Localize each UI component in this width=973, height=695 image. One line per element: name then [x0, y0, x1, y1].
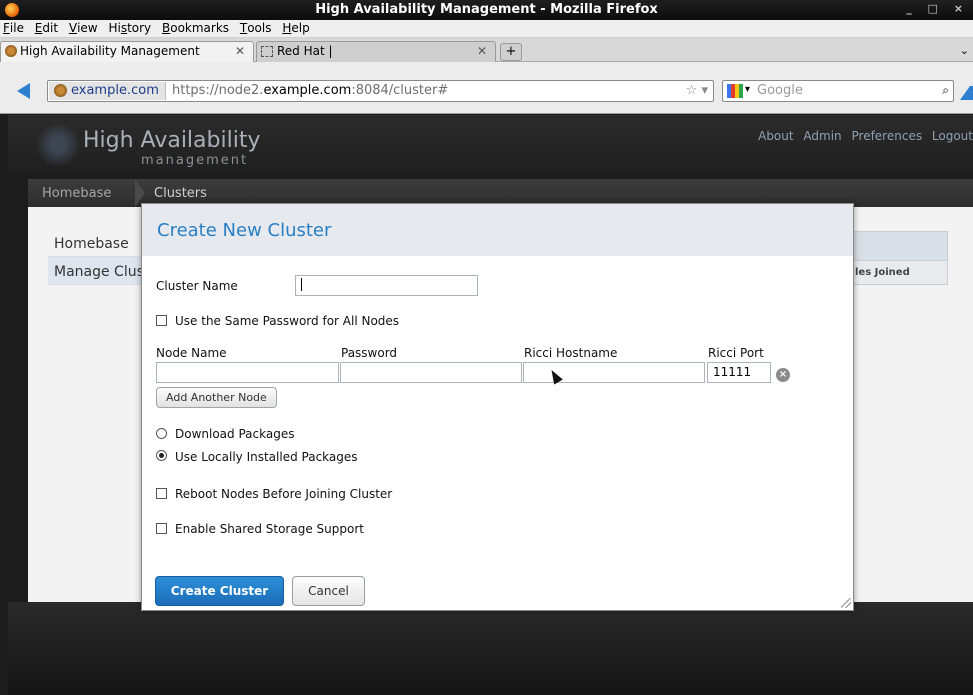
- same-password-checkbox[interactable]: [156, 315, 167, 326]
- same-password-label: Use the Same Password for All Nodes: [175, 314, 400, 328]
- create-cluster-dialog: Create New Cluster Cluster Name Use the …: [141, 203, 854, 611]
- breadcrumb-homebase[interactable]: Homebase: [42, 186, 111, 201]
- dialog-header: Create New Cluster: [142, 204, 853, 256]
- new-tab-button[interactable]: +: [500, 43, 522, 61]
- bookmark-star-icon[interactable]: ☆ ▾: [686, 83, 708, 98]
- cluster-name-label: Cluster Name: [156, 279, 238, 293]
- chevron-down-icon[interactable]: ▾: [745, 84, 750, 95]
- app-header: High Availability management About Admin…: [8, 115, 973, 175]
- shared-storage-checkbox[interactable]: [156, 523, 167, 534]
- menu-edit[interactable]: Edit: [32, 20, 62, 35]
- column-ricci-port: Ricci Port: [708, 346, 764, 360]
- column-ricci-hostname: Ricci Hostname: [524, 346, 618, 360]
- breadcrumb-clusters[interactable]: Clusters: [154, 186, 207, 201]
- cluster-favicon-icon: [5, 45, 17, 57]
- menu-history[interactable]: History: [105, 20, 155, 35]
- page-footer-area: [8, 602, 973, 695]
- reboot-nodes-checkbox[interactable]: [156, 488, 167, 499]
- cluster-name-input[interactable]: [295, 275, 478, 296]
- menu-tools[interactable]: Tools: [237, 20, 276, 35]
- create-cluster-button[interactable]: Create Cluster: [155, 576, 284, 606]
- column-node-name: Node Name: [156, 346, 227, 360]
- cancel-button[interactable]: Cancel: [292, 576, 365, 606]
- ricci-port-input[interactable]: 11111: [707, 362, 771, 383]
- cluster-table-header: les Joined: [848, 231, 948, 287]
- password-input[interactable]: [340, 362, 522, 383]
- menu-help[interactable]: Help: [279, 20, 313, 35]
- window-title: High Availability Management - Mozilla F…: [315, 2, 658, 17]
- search-engine-icon[interactable]: [727, 84, 743, 98]
- site-favicon-icon: [54, 84, 67, 97]
- resize-grip-icon[interactable]: [841, 598, 851, 608]
- search-bar[interactable]: ▾ Google ⌕: [722, 80, 954, 102]
- local-packages-radio[interactable]: [156, 450, 167, 461]
- menu-bar: File Edit View History Bookmarks Tools H…: [0, 20, 973, 38]
- tab-close-icon[interactable]: ✕: [477, 44, 487, 58]
- site-identity-button[interactable]: example.com: [49, 82, 166, 100]
- download-packages-radio[interactable]: [156, 428, 167, 439]
- shared-storage-label: Enable Shared Storage Support: [175, 522, 364, 536]
- logo-hex-pattern: [28, 123, 88, 167]
- tab-close-icon[interactable]: ✕: [235, 44, 245, 58]
- window-titlebar: High Availability Management - Mozilla F…: [0, 0, 973, 20]
- local-packages-label: Use Locally Installed Packages: [175, 450, 358, 464]
- home-icon[interactable]: [960, 82, 973, 100]
- tab-label: High Availability Management: [20, 44, 200, 58]
- dialog-title: Create New Cluster: [157, 220, 332, 241]
- link-admin[interactable]: Admin: [803, 129, 841, 143]
- top-links: About Admin Preferences Logout: [752, 129, 973, 143]
- logo-title: High Availability: [83, 128, 261, 153]
- add-another-node-button[interactable]: Add Another Node: [156, 387, 277, 408]
- logo-subtitle: management: [141, 153, 249, 168]
- tab-high-availability[interactable]: High Availability Management ✕: [0, 41, 254, 62]
- tab-label: Red Hat |: [277, 44, 333, 58]
- column-password: Password: [341, 346, 398, 360]
- tab-strip: High Availability Management ✕ Red Hat |…: [0, 38, 973, 62]
- download-packages-label: Download Packages: [175, 427, 295, 441]
- binoculars-icon[interactable]: ⌕: [942, 83, 949, 98]
- back-arrow-icon[interactable]: [17, 83, 30, 99]
- blank-page-icon: [261, 46, 273, 57]
- link-about[interactable]: About: [758, 129, 793, 143]
- table-header-bar: [848, 231, 948, 261]
- url-bar[interactable]: example.com https://node2.example.com:80…: [47, 80, 714, 102]
- url-text[interactable]: https://node2.example.com:8084/cluster#: [172, 83, 448, 98]
- menu-bookmarks[interactable]: Bookmarks: [159, 20, 233, 35]
- window-controls[interactable]: _ □ ×: [906, 2, 969, 15]
- text-caret: [301, 278, 302, 291]
- identity-label: example.com: [71, 83, 159, 98]
- node-name-input[interactable]: [156, 362, 339, 383]
- link-preferences[interactable]: Preferences: [852, 129, 923, 143]
- remove-node-close-icon[interactable]: ×: [776, 368, 790, 382]
- menu-file[interactable]: File: [0, 20, 28, 35]
- search-placeholder: Google: [757, 83, 803, 98]
- link-logout[interactable]: Logout: [932, 129, 973, 143]
- plus-icon: +: [505, 44, 517, 59]
- tab-list-chevron-icon[interactable]: ⌄: [960, 44, 969, 57]
- reboot-nodes-label: Reboot Nodes Before Joining Cluster: [175, 487, 393, 501]
- navigation-bar: example.com https://node2.example.com:80…: [0, 62, 973, 114]
- menu-view[interactable]: View: [66, 20, 102, 35]
- tab-red-hat[interactable]: Red Hat | ✕: [256, 41, 496, 62]
- column-nodes-joined[interactable]: les Joined: [848, 261, 948, 285]
